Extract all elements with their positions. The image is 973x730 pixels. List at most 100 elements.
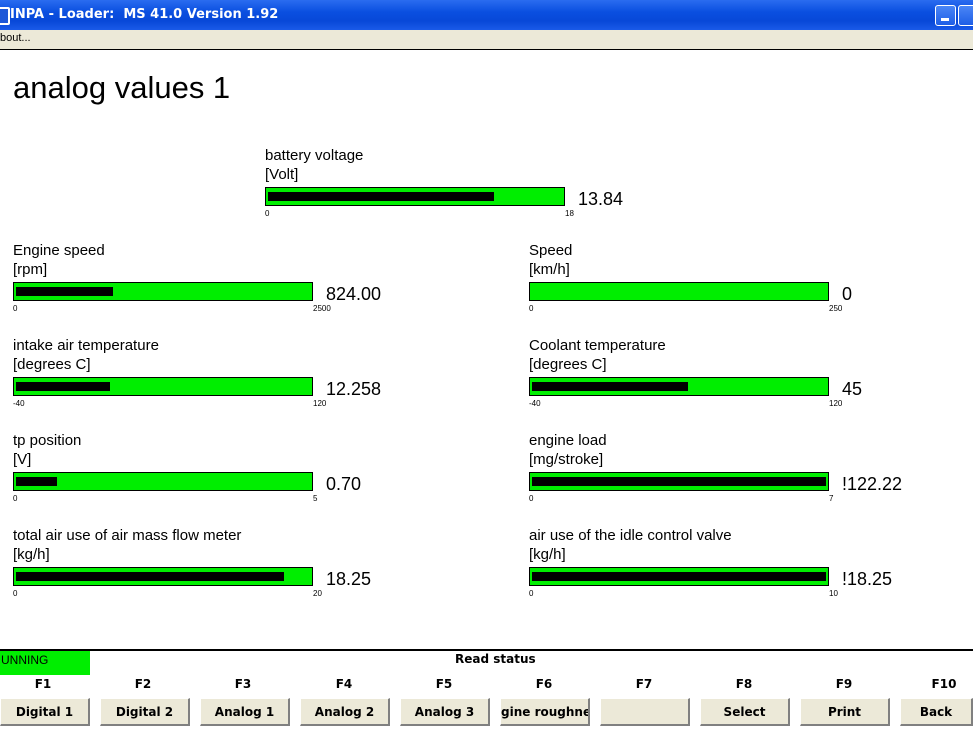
status-text: Read status [455,652,536,666]
gauge-value: 45 [842,379,863,399]
gauge-bar [529,567,829,586]
gauge-min: -40 [13,399,25,408]
gauge-label: total air use of air mass flow meter [13,527,242,544]
gauge-idle-control-valve-air-use: air use of the idle control valve [kg/h]… [529,527,949,612]
gauge-value: !18.25 [842,569,893,589]
fkey-label-f7: F7 [635,677,653,691]
gauge-min: -40 [529,399,541,408]
gauge-min: 0 [529,589,534,598]
status-badge: UNNING [0,651,90,675]
gauge-unit: [Volt] [265,166,299,183]
menu-item-about[interactable]: bout... [0,32,31,44]
gauge-value: 0 [842,284,853,304]
gauge-speed: Speed [km/h] 0 0 250 [529,242,949,327]
gauge-fill [16,477,57,486]
fkey-label-f9: F9 [835,677,853,691]
f2-digital-2-button[interactable]: Digital 2 [100,698,190,726]
gauge-fill [532,382,688,391]
gauge-unit: [V] [13,451,32,468]
gauge-max: 120 [313,399,327,408]
gauge-fill [532,572,826,581]
gauge-bar [13,472,313,491]
gauge-engine-speed: Engine speed [rpm] 824.00 0 2500 [13,242,433,327]
f4-analog-2-button[interactable]: Analog 2 [300,698,390,726]
gauge-label: battery voltage [265,147,364,164]
f3-analog-1-button[interactable]: Analog 1 [200,698,290,726]
gauge-battery-voltage: battery voltage [Volt] 13.84 0 18 [265,147,685,232]
gauge-min: 0 [13,304,18,313]
maximize-button[interactable] [958,5,973,26]
gauge-unit: [rpm] [13,261,48,278]
f8-select-button[interactable]: Select [700,698,790,726]
gauge-max: 10 [829,589,838,598]
window-title: INPA - Loader: MS 41.0 Version 1.92 [10,7,279,22]
gauge-coolant-temperature: Coolant temperature [degrees C] 45 -40 1… [529,337,949,422]
gauge-min: 0 [529,304,534,313]
f6-engine-roughness-button[interactable]: gine roughne [500,698,590,726]
gauge-unit: [degrees C] [529,356,607,373]
gauge-unit: [km/h] [529,261,570,278]
gauge-label: tp position [13,432,82,449]
gauge-max: 20 [313,589,322,598]
fkey-label-f5: F5 [435,677,453,691]
gauge-value: !122.22 [842,474,903,494]
gauge-min: 0 [13,589,18,598]
gauge-min: 0 [265,209,270,218]
gauge-fill [532,477,826,486]
fkey-label-f3: F3 [234,677,252,691]
gauge-bar [529,282,829,301]
fkey-label-f8: F8 [735,677,753,691]
f9-print-button[interactable]: Print [800,698,890,726]
minimize-button[interactable] [935,5,956,26]
status-badge-text: UNNING [1,653,49,667]
gauge-fill [16,382,110,391]
app-icon [0,7,10,25]
gauge-unit: [kg/h] [529,546,566,563]
f1-digital-1-button[interactable]: Digital 1 [0,698,90,726]
gauge-value: 824.00 [326,284,382,304]
gauge-total-air-use: total air use of air mass flow meter [kg… [13,527,433,612]
gauge-unit: [degrees C] [13,356,91,373]
gauge-bar [529,472,829,491]
gauge-label: engine load [529,432,607,449]
gauge-value: 18.25 [326,569,372,589]
gauge-bar [13,377,313,396]
gauge-max: 2500 [313,304,331,313]
menu-bar: bout... [0,30,973,50]
gauge-unit: [kg/h] [13,546,50,563]
gauge-label: Engine speed [13,242,105,259]
gauge-value: 12.258 [326,379,382,399]
gauge-max: 5 [313,494,318,503]
gauge-tp-position: tp position [V] 0.70 0 5 [13,432,433,517]
f10-back-button[interactable]: Back [900,698,973,726]
gauge-bar [13,567,313,586]
gauge-unit: [mg/stroke] [529,451,604,468]
window-title-bar[interactable]: INPA - Loader: MS 41.0 Version 1.92 [0,0,973,30]
gauge-max: 18 [565,209,574,218]
gauge-bar [13,282,313,301]
gauge-label: intake air temperature [13,337,159,354]
gauge-label: Speed [529,242,573,259]
gauge-fill [16,572,284,581]
page-title: analog values 1 [13,70,231,105]
gauge-bar [529,377,829,396]
gauge-fill [16,287,113,296]
gauge-bar [265,187,565,206]
fkey-label-f1: F1 [34,677,52,691]
f7-empty-button[interactable] [600,698,690,726]
gauge-max: 7 [829,494,834,503]
gauge-max: 120 [829,399,843,408]
gauge-max: 250 [829,304,843,313]
fkey-label-f10: F10 [931,677,957,691]
gauge-intake-air-temperature: intake air temperature [degrees C] 12.25… [13,337,433,422]
fkey-label-f2: F2 [134,677,152,691]
fkey-label-f6: F6 [535,677,553,691]
f5-analog-3-button[interactable]: Analog 3 [400,698,490,726]
gauge-engine-load: engine load [mg/stroke] !122.22 0 7 [529,432,949,517]
gauge-min: 0 [13,494,18,503]
gauge-label: Coolant temperature [529,337,666,354]
gauge-min: 0 [529,494,534,503]
fkey-label-f4: F4 [335,677,353,691]
gauge-value: 13.84 [578,189,624,209]
gauge-fill [268,192,494,201]
